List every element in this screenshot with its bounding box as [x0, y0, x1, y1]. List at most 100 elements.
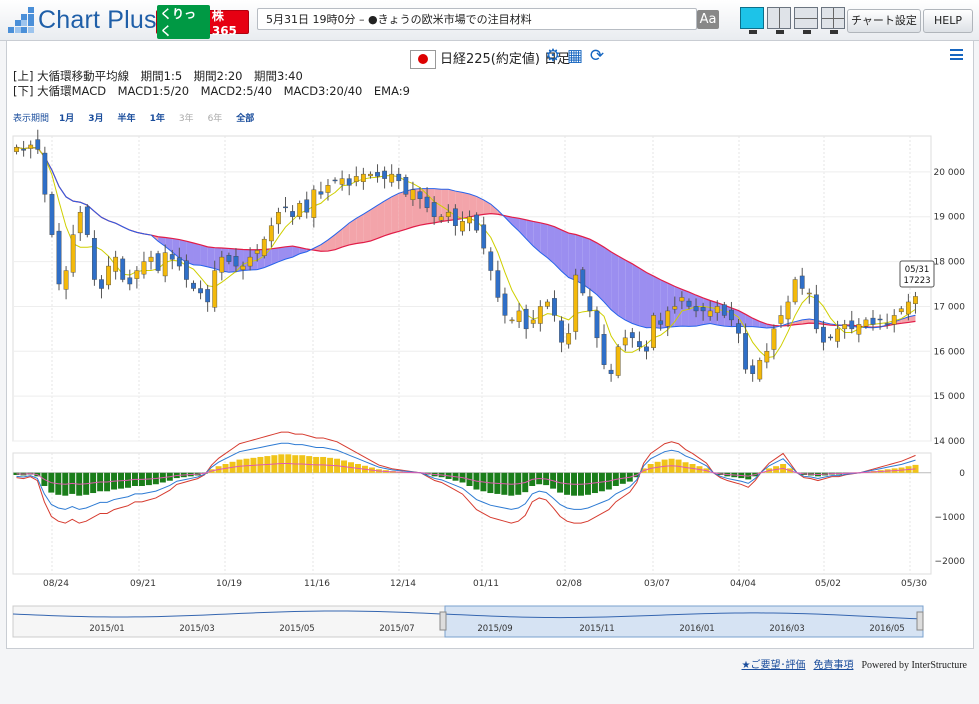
candle-body: [184, 260, 189, 280]
candle-body: [424, 196, 430, 208]
ma-cloud-segment: [512, 217, 520, 232]
news-ticker[interactable]: 5月31日 19時0分 – ●きょうの欧米市場での注目材料: [257, 8, 697, 30]
x-tick-label: 10/19: [216, 579, 242, 589]
navigator-label: 2016/03: [769, 624, 804, 634]
candle-body: [608, 369, 614, 374]
x-tick-label: 09/21: [130, 579, 156, 589]
x-tick-label: 04/04: [730, 579, 756, 589]
candle-body: [360, 173, 366, 182]
candle-body: [686, 300, 692, 307]
candle-body: [743, 333, 748, 370]
candle-body: [49, 194, 55, 235]
layout-two-rows-button[interactable]: [794, 7, 818, 34]
chart-settings-button[interactable]: チャート設定: [847, 9, 921, 33]
candle-body: [403, 177, 409, 195]
candle-body: [346, 178, 352, 186]
candle-body: [77, 212, 83, 234]
layout-four-grid-button[interactable]: [821, 7, 845, 34]
candle-body: [318, 191, 324, 195]
candle-body: [870, 317, 876, 325]
layout-single-button[interactable]: [740, 7, 764, 34]
candle-body: [757, 360, 763, 380]
font-size-button[interactable]: Aa: [697, 10, 719, 29]
feedback-link[interactable]: ★ご要望･評価: [742, 660, 806, 671]
candle-body: [460, 221, 465, 232]
candle-body: [70, 234, 76, 273]
ma-cloud-segment: [561, 229, 569, 278]
ma-cloud-segment: [568, 233, 576, 281]
brand-main-label: 株365: [211, 8, 237, 38]
candle-body: [233, 256, 239, 267]
candle-body: [205, 289, 211, 303]
logo-grid-icon: [8, 7, 34, 33]
ma-cloud-segment: [462, 192, 470, 219]
candle-body: [219, 256, 225, 273]
candle-body: [785, 301, 791, 320]
candle-body: [891, 315, 897, 325]
help-button[interactable]: HELP: [923, 9, 973, 33]
candle-body: [28, 144, 34, 149]
candle-body: [353, 176, 359, 182]
candle-body: [148, 256, 154, 262]
click-kabu365-logo[interactable]: くりっく 株365: [156, 5, 249, 39]
x-tick-label: 12/14: [390, 579, 416, 589]
candle-body: [481, 224, 487, 249]
chart-plus-logo[interactable]: Chart Plus: [8, 6, 157, 34]
candle-body: [438, 216, 444, 221]
ma-cloud-segment: [398, 191, 406, 232]
navigator-label: 2016/05: [869, 624, 904, 634]
candle-body: [884, 323, 890, 325]
candle-body: [134, 270, 140, 279]
candle-body: [495, 270, 501, 298]
price-tick-label: 19 000: [934, 213, 966, 223]
candle-body: [821, 326, 826, 343]
candle-body: [325, 185, 331, 193]
disclaimer-link[interactable]: 免責事項: [813, 660, 853, 671]
ma-cloud-segment: [604, 247, 612, 310]
candle-body: [42, 152, 48, 195]
candle-body: [573, 274, 579, 332]
ma-cloud-segment: [632, 263, 640, 326]
candle-body: [106, 265, 111, 286]
candle-body: [283, 206, 288, 209]
candle-body: [509, 319, 515, 322]
candle-body: [268, 225, 274, 242]
price-tick-label: 14 000: [934, 437, 966, 447]
ma-cloud-segment: [193, 242, 201, 266]
candle-body: [311, 189, 317, 218]
candle-body: [127, 277, 133, 285]
ma-cloud-segment: [625, 260, 633, 324]
ma-cloud-segment: [639, 268, 647, 328]
candle-body: [537, 306, 543, 324]
ma-cloud-segment: [384, 196, 392, 236]
candle-body: [410, 189, 416, 200]
candle-body: [176, 257, 182, 267]
candle-body: [679, 297, 685, 302]
layout-two-columns-button[interactable]: [767, 7, 791, 34]
candle-body: [566, 333, 572, 345]
brand-green-label: くりっく: [157, 5, 210, 39]
x-tick-label: 02/08: [556, 579, 582, 589]
x-tick-label: 01/11: [473, 579, 499, 589]
candle-body: [240, 265, 246, 270]
candle-body: [778, 315, 784, 324]
candle-body: [516, 310, 522, 322]
candle-body: [842, 324, 848, 330]
x-tick-label: 05/02: [815, 579, 841, 589]
candle-body: [658, 320, 664, 325]
candle-body: [467, 216, 472, 224]
candle-body: [368, 173, 373, 177]
candle-body: [587, 296, 593, 312]
candle-body: [559, 320, 564, 343]
candle-body: [169, 254, 175, 260]
candle-body: [622, 337, 628, 346]
price-tick-label: 15 000: [934, 392, 966, 402]
candle-body: [729, 309, 734, 321]
powered-by: Powered by InterStructure: [861, 660, 967, 671]
candle-body: [389, 173, 395, 183]
candle-body: [693, 306, 699, 312]
candle-body: [21, 148, 27, 151]
navigator-label: 2015/03: [179, 624, 214, 634]
price-chart[interactable]: 08/24 09/21 10/19 11/16 12/14 01/11 02/08 03/07…: [7, 41, 973, 648]
candle-body: [523, 308, 529, 330]
